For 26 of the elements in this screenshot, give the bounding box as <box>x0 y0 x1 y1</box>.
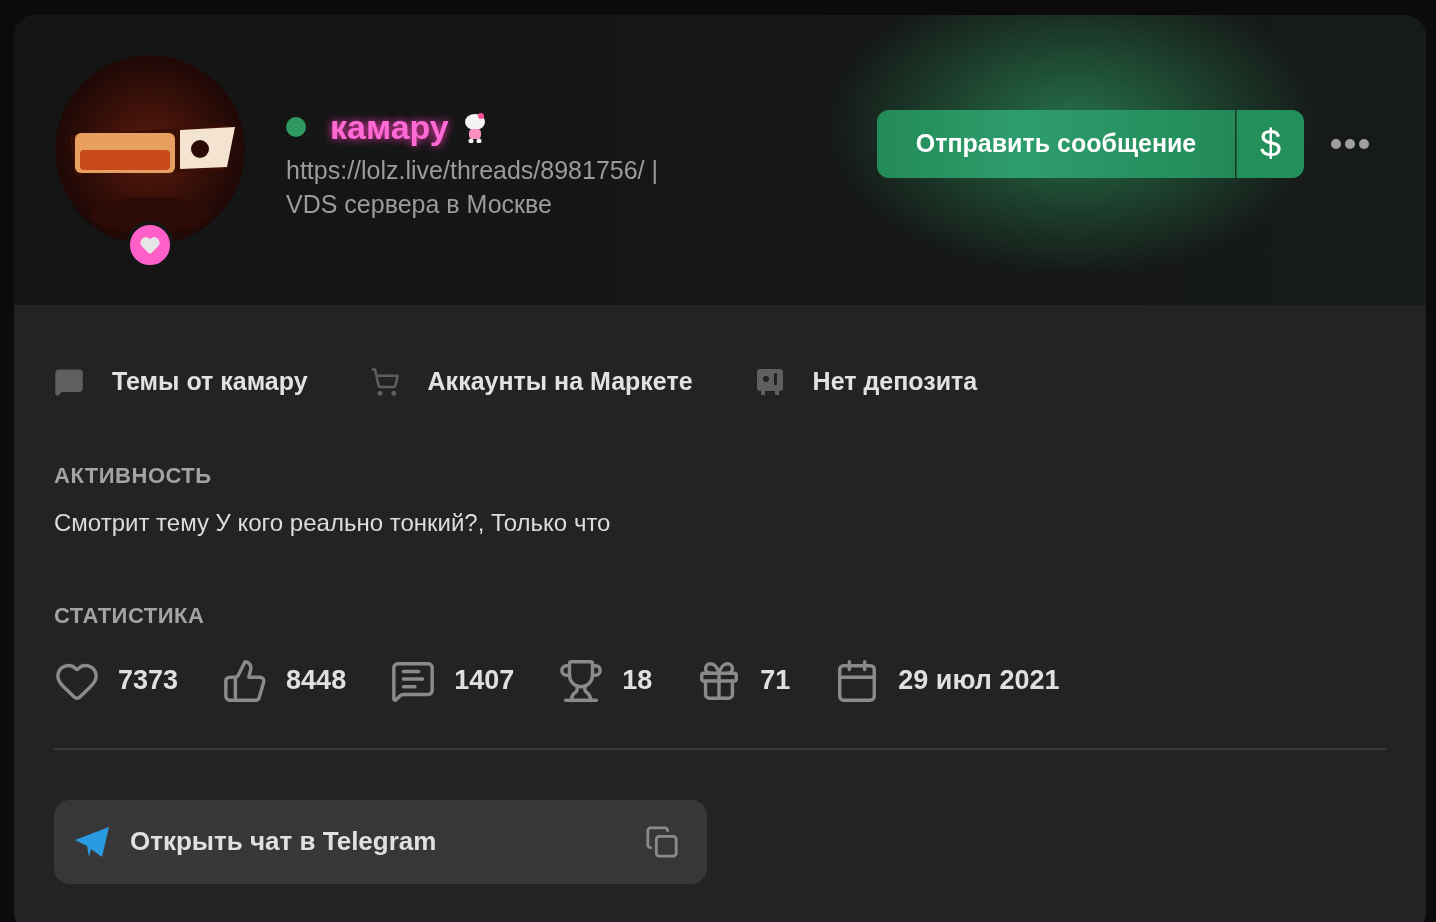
username[interactable]: камару <box>330 101 449 153</box>
copy-icon[interactable] <box>645 824 679 859</box>
paper-plane-icon <box>74 825 110 858</box>
thumbs-up-icon <box>222 657 269 704</box>
trophy-icon <box>558 657 605 704</box>
activity-text: Смотрит тему У кого реально тонкий?, Только что <box>54 507 612 538</box>
telegram-button[interactable]: Открыть чат в Telegram <box>54 799 707 884</box>
profile-link[interactable]: Аккаунты на Маркете <box>369 363 693 401</box>
sticker-icon <box>462 111 487 143</box>
cart-icon <box>369 366 400 397</box>
more-icon <box>1331 139 1369 149</box>
profile-link[interactable]: Темы от камару <box>54 363 308 401</box>
section-heading: СТАТИСТИКА <box>54 601 206 630</box>
profile-link[interactable]: Нет депозита <box>754 363 978 401</box>
status-text: https://lolz.live/threads/8981756/ | VDS сервера в Москве <box>286 155 659 220</box>
send-message-button[interactable]: Отправить сообщение <box>877 110 1235 178</box>
stat-value: 7373 <box>118 664 179 698</box>
stat-value: 1407 <box>454 664 515 698</box>
heart-icon <box>139 234 161 256</box>
stat-value: 8448 <box>286 664 347 698</box>
stat-value: 71 <box>760 664 791 698</box>
stat-value: 29 июл 2021 <box>898 664 1060 698</box>
safe-icon <box>754 366 785 397</box>
stat-value: 18 <box>622 664 653 698</box>
money-button[interactable]: $ <box>1236 110 1304 178</box>
section-heading: АКТИВНОСТЬ <box>54 461 213 490</box>
